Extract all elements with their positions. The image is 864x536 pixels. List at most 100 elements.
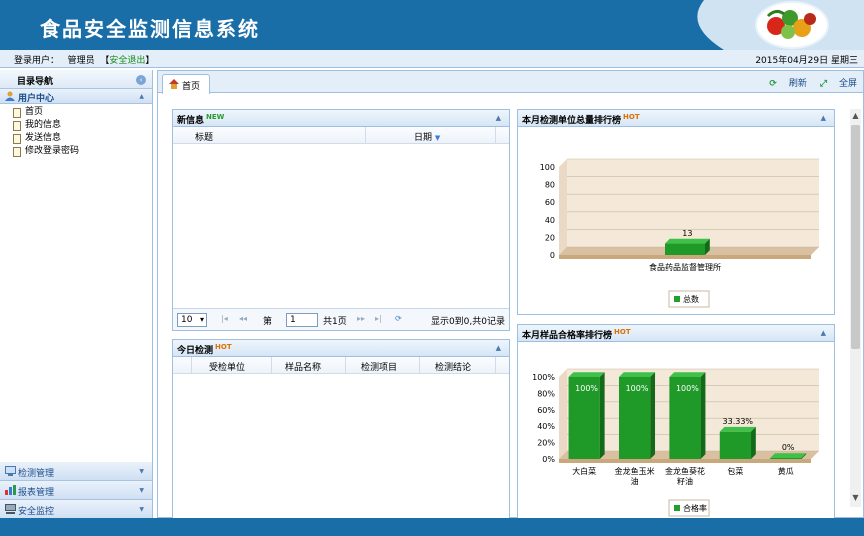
sidebar-items: 首页 我的信息 发送信息 修改登录密码 [0, 104, 152, 158]
sidebar-group-label: 安全监控 [18, 507, 55, 517]
news-panel: 新信息NEW ▲ 标题 日期 ▼ 10 |◂ ◂◂ 第 1 共1页 ▸▸ ▸| … [172, 109, 510, 331]
refresh-button[interactable]: ⟳ 刷新 [769, 79, 807, 89]
x-tick-label: 包菜 [727, 466, 743, 476]
login-info: 登录用户： 管理员 【安全退出】 [14, 53, 154, 66]
data-label: 33.33% [723, 417, 754, 426]
data-label: 100% [575, 384, 598, 393]
collapse-panel-icon[interactable]: ▲ [821, 329, 826, 337]
y-tick-label: 0% [542, 455, 555, 464]
chart1-panel: 本月检测单位总量排行榜 HOT ▲ 0 20 40 60 80 100 13 食品药品监督管理所… [517, 109, 835, 315]
fullscreen-label: 全屏 [838, 79, 857, 89]
column-header-date[interactable]: 日期 ▼ [414, 130, 440, 143]
chart2-panel: 本月样品合格率排行榜 HOT ▲ 0% 20% 40% 60% 80% 100% 100% 大白… [517, 324, 835, 519]
chart2-title: 本月样品合格率排行榜 [522, 331, 613, 341]
sidebar-group-security[interactable]: 安全监控 ▼ [0, 500, 152, 519]
y-tick-label: 60 [545, 198, 555, 207]
scroll-down-icon[interactable]: ▼ [850, 493, 861, 505]
app-header: 食品安全监测信息系统 [0, 0, 864, 50]
main-scrollbar[interactable]: ▲ ▼ [850, 109, 861, 507]
collapse-panel-icon[interactable]: ▲ [496, 114, 501, 122]
login-label: 登录用户： [14, 56, 60, 66]
page-size-select[interactable]: 10 [177, 313, 207, 327]
computer-icon [5, 504, 16, 514]
hot-badge-icon: HOT [623, 113, 640, 121]
first-page-icon[interactable]: |◂ [221, 314, 228, 323]
x-tick-label: 金龙鱼玉米 [615, 466, 655, 476]
sidebar-item-label: 修改登录密码 [25, 146, 80, 156]
bar [719, 431, 752, 459]
document-icon [13, 147, 21, 157]
column-separator [495, 127, 496, 144]
page-number-input[interactable]: 1 [286, 313, 318, 327]
last-page-icon[interactable]: ▸| [375, 314, 382, 323]
sidebar-item-send-message[interactable]: 发送信息 [13, 132, 152, 145]
sidebar: 目录导航 ‹ 用户中心 ▲ 首页 我的信息 发送信息 修改登录密码 检测管理 ▼… [0, 70, 153, 519]
hot-badge-icon: HOT [215, 343, 232, 351]
sort-desc-icon: ▼ [434, 134, 441, 142]
y-tick-label: 100 [540, 163, 555, 172]
reload-icon[interactable]: ⟳ [395, 314, 402, 323]
sidebar-item-change-password[interactable]: 修改登录密码 [13, 145, 152, 158]
app-footer [0, 518, 864, 536]
y-tick-label: 20% [537, 439, 555, 448]
news-panel-header: 新信息 NEW ▲ [173, 110, 509, 127]
collapse-panel-icon[interactable]: ▲ [821, 114, 826, 122]
panel-title: 本月样品合格率排行榜 HOT [522, 328, 631, 341]
bar-top [669, 372, 706, 377]
y-tick-label: 20 [545, 233, 555, 242]
tab-home[interactable]: 首页 [162, 74, 210, 94]
tab-bar: 首页 ⟳ 刷新 ⤢ 全屏 [158, 71, 863, 94]
collapse-panel-icon[interactable]: ▲ [496, 344, 501, 352]
pager-info: 显示0到0,共0记录 [430, 317, 505, 327]
chart-floor-edge [559, 459, 811, 463]
news-pager: 10 |◂ ◂◂ 第 1 共1页 ▸▸ ▸| ⟳ 显示0到0,共0记录 [173, 308, 509, 330]
column-header-unit[interactable]: 受检单位 [209, 360, 245, 373]
next-page-icon[interactable]: ▸▸ [357, 314, 365, 323]
scrollbar-thumb[interactable] [851, 125, 860, 349]
bar-top [719, 426, 756, 432]
document-icon [13, 108, 21, 118]
hot-badge-icon: HOT [614, 328, 631, 336]
main-area: 首页 ⟳刷新 ⤢全屏 新信息NEW ▲ 标题 日期 ▼ 10 |◂ ◂◂ 第 1… [157, 70, 864, 519]
sidebar-item-home[interactable]: 首页 [13, 106, 152, 119]
column-header-result[interactable]: 检测结论 [435, 360, 471, 373]
new-badge-icon: NEW [206, 113, 225, 121]
username: 管理员 [67, 56, 95, 66]
today-panel-header: 今日检测 HOT ▲ [173, 340, 509, 357]
sidebar-group-user-center[interactable]: 用户中心 ▲ [0, 89, 152, 104]
chart2-panel-header: 本月样品合格率排行榜 HOT ▲ [518, 325, 834, 342]
scroll-up-icon[interactable]: ▲ [850, 111, 861, 123]
sidebar-item-my-info[interactable]: 我的信息 [13, 119, 152, 132]
bar-side [751, 426, 756, 459]
column-separator [495, 357, 496, 374]
y-tick-label: 40% [537, 422, 555, 431]
x-tick-label: 大白菜 [572, 466, 596, 476]
sidebar-group-label: 用户中心 [18, 94, 55, 104]
news-title: 新信息 [177, 116, 205, 126]
chart-back-wall [567, 159, 819, 247]
chart1-panel-header: 本月检测单位总量排行榜 HOT ▲ [518, 110, 834, 127]
logout-link[interactable]: 安全退出 [109, 56, 145, 66]
monitor-icon [5, 466, 16, 476]
sidebar-group-reports[interactable]: 报表管理 ▼ [0, 481, 152, 500]
data-label: 100% [626, 384, 649, 393]
chart1-svg: 0 20 40 60 80 100 13 食品药品监督管理所总数 [540, 158, 819, 308]
fullscreen-button[interactable]: ⤢ 全屏 [820, 79, 857, 89]
page-prefix: 第 [263, 317, 273, 327]
column-separator [365, 127, 366, 144]
column-separator [271, 357, 272, 374]
sidebar-group-inspection[interactable]: 检测管理 ▼ [0, 462, 152, 481]
column-header-sample[interactable]: 样品名称 [285, 360, 321, 373]
column-header-title[interactable]: 标题 [195, 130, 213, 143]
x-tick-label: 食品药品监督管理所 [649, 262, 721, 272]
chevron-down-icon: ▼ [139, 487, 144, 494]
collapse-sidebar-icon[interactable]: ‹ [136, 75, 146, 85]
column-header-item[interactable]: 检测项目 [361, 360, 397, 373]
document-icon [13, 134, 21, 144]
x-tick-label: 籽油 [677, 476, 693, 486]
prev-page-icon[interactable]: ◂◂ [239, 314, 247, 323]
column-header-date-label: 日期 [414, 133, 433, 143]
user-icon [5, 91, 15, 101]
sidebar-item-label: 我的信息 [25, 120, 62, 130]
tab-label: 首页 [182, 82, 201, 92]
